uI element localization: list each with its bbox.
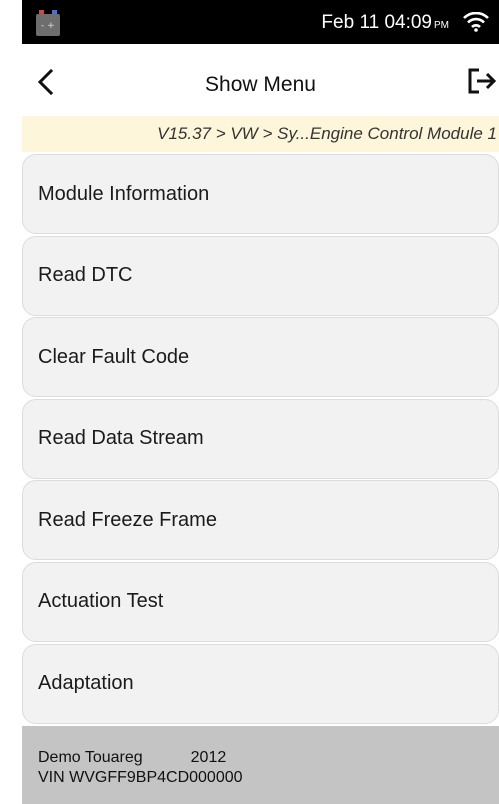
status-ampm: PM [434, 20, 449, 31]
menu-item-module-information[interactable]: Module Information [22, 154, 499, 234]
menu-item-read-dtc[interactable]: Read DTC [22, 235, 499, 316]
header: Show Menu [22, 44, 499, 116]
breadcrumb: V15.37 > VW > Sy...Engine Control Module… [22, 116, 499, 152]
menu-item-adaptation[interactable]: Adaptation [22, 643, 499, 724]
vehicle-name: Demo Touareg [38, 749, 143, 766]
menu-item-clear-fault-code[interactable]: Clear Fault Code [22, 317, 499, 398]
svg-text:- +: - + [41, 21, 55, 31]
menu-list: Module Information Read DTC Clear Fault … [22, 154, 499, 725]
menu-item-read-freeze-frame[interactable]: Read Freeze Frame [22, 480, 499, 561]
menu-item-actuation-test[interactable]: Actuation Test [22, 561, 499, 642]
page-title: Show Menu [205, 73, 316, 96]
wifi-icon [463, 12, 489, 32]
vehicle-info-footer: Demo Touareg 2012 VIN WVGFF9BP4CD000000 [22, 726, 499, 804]
status-bar: - + Feb 11 04:09 PM [22, 0, 499, 44]
vehicle-info-line: Demo Touareg 2012 [38, 749, 226, 767]
vehicle-year: 2012 [190, 749, 227, 766]
status-date-time: Feb 11 04:09 [321, 12, 432, 33]
menu-item-read-data-stream[interactable]: Read Data Stream [22, 398, 499, 479]
vehicle-vin: VIN WVGFF9BP4CD000000 [38, 769, 243, 786]
vehicle-battery-icon: - + [36, 10, 60, 36]
exit-icon[interactable] [467, 66, 497, 96]
status-time: Feb 11 04:09 PM [321, 12, 449, 34]
